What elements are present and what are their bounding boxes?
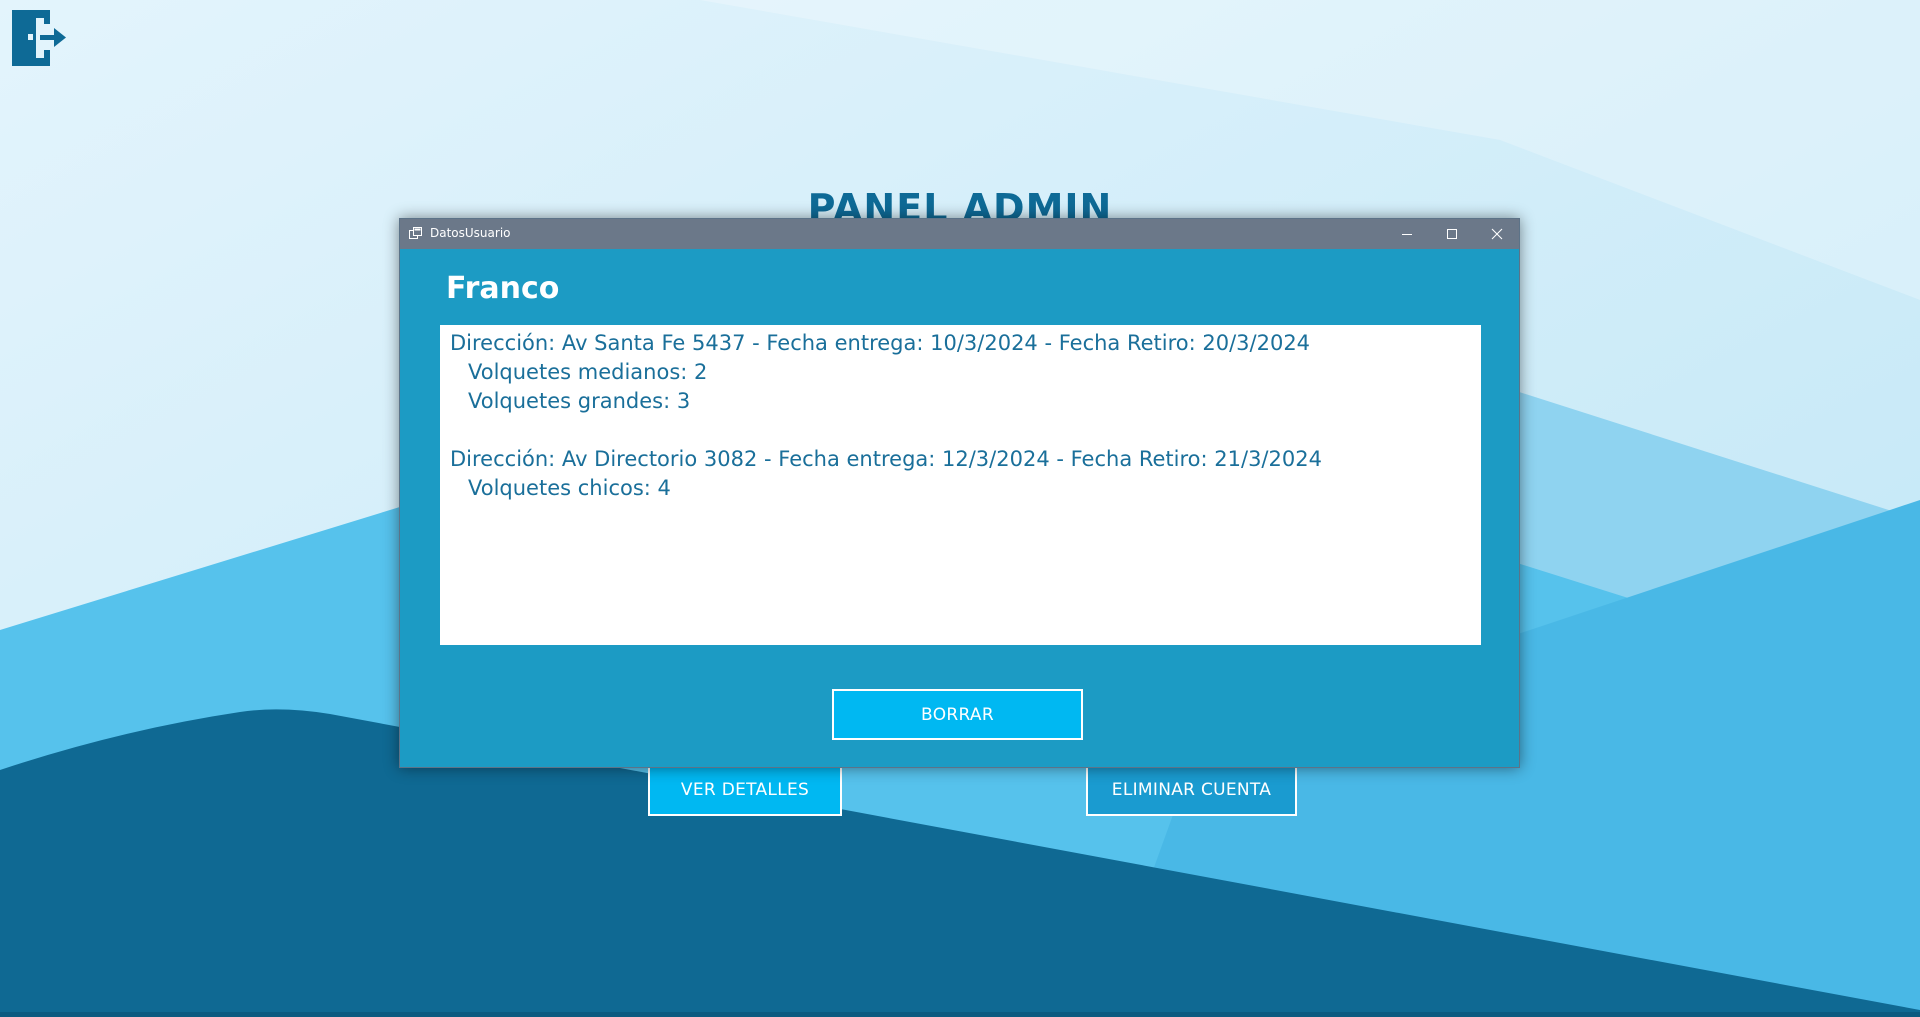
window-app-icon	[409, 227, 422, 239]
detail-line: Volquetes medianos: 2	[468, 360, 708, 384]
minimize-icon	[1401, 234, 1412, 235]
user-name-heading: Franco	[446, 271, 560, 306]
close-icon	[1491, 228, 1502, 240]
window-title: DatosUsuario	[430, 226, 511, 240]
window-titlebar[interactable]: DatosUsuario	[400, 219, 1519, 249]
ver-detalles-button[interactable]: VER DETALLES	[648, 764, 842, 816]
datos-usuario-window: DatosUsuario Franco Dirección: Av Santa …	[399, 218, 1520, 768]
detail-line: Dirección: Av Santa Fe 5437 - Fecha entr…	[450, 331, 1311, 355]
exit-door-icon[interactable]	[10, 8, 68, 68]
user-details-textbox[interactable]: Dirección: Av Santa Fe 5437 - Fecha entr…	[440, 325, 1481, 645]
detail-line: Volquetes chicos: 4	[468, 476, 671, 500]
eliminar-cuenta-button[interactable]: ELIMINAR CUENTA	[1086, 764, 1297, 816]
detail-line: Volquetes grandes: 3	[468, 389, 691, 413]
maximize-button[interactable]	[1429, 219, 1474, 249]
minimize-button[interactable]	[1384, 219, 1429, 249]
borrar-button[interactable]: BORRAR	[832, 689, 1083, 740]
detail-line: Dirección: Av Directorio 3082 - Fecha en…	[450, 447, 1322, 471]
close-button[interactable]	[1474, 219, 1519, 249]
maximize-icon	[1446, 229, 1457, 239]
